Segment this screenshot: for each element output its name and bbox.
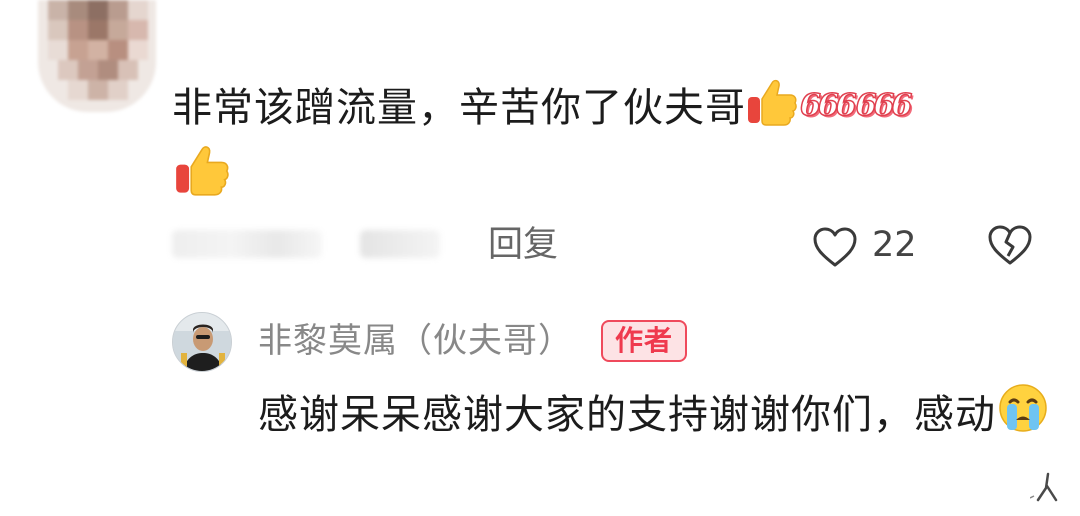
reply-body: 感谢呆呆感谢大家的支持谢谢你们，感动 [258,382,1058,453]
six-badge: 666 [855,87,913,124]
author-name[interactable]: 非黎莫属（伙夫哥） [258,318,573,364]
comment-screenshot: 非常该蹭流量，辛苦你了伙夫哥 666666 回复 22 非黎莫属（伙夫哥） 作者… [0,0,1080,516]
thumbs-up-icon [174,143,230,201]
blurred-location [360,230,440,258]
author-badge: 作者 [601,320,687,362]
thumbs-up-icon [746,77,798,144]
blurred-timestamp [172,230,322,258]
reply-text: 感谢呆呆感谢大家的支持谢谢你们，感动 [258,392,996,438]
watermark-icon [1029,466,1066,506]
dislike-button[interactable] [987,224,1033,270]
commenter-avatar[interactable] [38,0,156,112]
broken-heart-icon [988,225,1032,265]
author-avatar[interactable] [172,312,232,372]
comment-meta-row: 回复 22 [172,222,1052,268]
crying-face-icon [996,382,1050,453]
like-count: 22 [872,225,917,265]
reply-button[interactable]: 回复 [488,222,558,268]
heart-outline-icon [813,227,857,267]
comment-body: 非常该蹭流量，辛苦你了伙夫哥 666666 [172,76,1032,144]
comment-text: 非常该蹭流量，辛苦你了伙夫哥 [172,85,746,131]
six-badge: 666 [799,87,857,124]
